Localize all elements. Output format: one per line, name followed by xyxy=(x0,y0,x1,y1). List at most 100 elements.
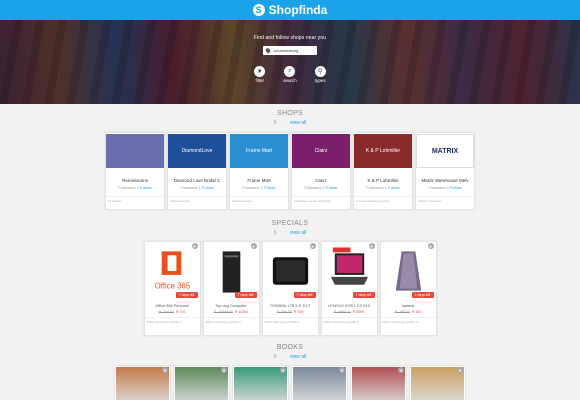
book-card[interactable]: ♥ xyxy=(409,365,466,400)
product-shop: Matrix warehouse melville st xyxy=(262,317,318,324)
new-price: R 320 xyxy=(411,310,422,314)
shop-logo-image xyxy=(106,134,164,168)
shop-name[interactable]: Reminiscens xyxy=(106,178,164,183)
specials-view-all-link[interactable]: view all xyxy=(290,230,306,236)
hero-tagline: Find and follow shops near you xyxy=(253,35,327,41)
shop-card[interactable]: K & P Lohmiller K & P Lohmiller Followers … xyxy=(353,132,413,210)
favorite-icon[interactable]: ♥ xyxy=(191,243,198,249)
followers-count: 5 xyxy=(446,185,449,190)
tag-icon: ⚲ xyxy=(314,66,326,77)
product-shop: Matrix warehouse melville st xyxy=(144,317,200,324)
product-name[interactable]: Jackets xyxy=(381,304,436,308)
shop-card[interactable]: Reminiscens Followers 2 Follow Fit attend xyxy=(105,132,165,210)
book-card[interactable]: ♥ xyxy=(291,365,348,400)
product-image xyxy=(266,244,315,298)
special-card[interactable]: Office 365 ♥ 7 days left Office 365 Persona… xyxy=(143,241,201,336)
shop-card[interactable]: Frame Mart Frame Mart Followers 0 Follow We… xyxy=(229,132,289,210)
book-card[interactable]: ♥ xyxy=(114,365,171,400)
shop-card[interactable]: MATRIX Matrix Warehouse Melv Followers 5 F… xyxy=(415,132,475,210)
favorite-icon[interactable]: ♥ xyxy=(398,367,404,373)
days-left-badge: 2 days left xyxy=(411,292,434,298)
special-card[interactable]: ♥ 7 days left TOSHIBA 1TB 2.5" EXT R. 899.0… xyxy=(261,241,319,336)
shops-view-all-link[interactable]: view all xyxy=(290,120,306,126)
follow-button[interactable]: Follow xyxy=(326,185,338,190)
book-image xyxy=(116,367,169,400)
logo-icon: S xyxy=(252,4,265,16)
shop-name[interactable]: Diamond Love Bridal C xyxy=(168,178,226,183)
follow-button[interactable]: Follow xyxy=(202,185,214,190)
new-price: R 700 xyxy=(175,310,186,314)
favorite-icon[interactable]: ♥ xyxy=(457,367,463,373)
shop-followers: Followers 5 Follow xyxy=(416,185,474,190)
product-name[interactable]: LENOVO INTEL CS S10 xyxy=(322,304,377,308)
shop-location: Malvern shopping xyxy=(416,196,474,203)
shop-name[interactable]: Clairz xyxy=(292,178,350,183)
books-view-all-link[interactable]: view all xyxy=(290,354,306,360)
follow-button[interactable]: Follow xyxy=(450,185,462,190)
follow-button[interactable]: Follow xyxy=(264,185,276,190)
search-button[interactable]: ⌕ search xyxy=(283,66,297,83)
shops-count: 6 xyxy=(273,120,277,126)
location-input[interactable] xyxy=(273,47,313,54)
shops-title: SHOPS xyxy=(276,110,303,117)
logo[interactable]: S Shopfinda xyxy=(252,3,327,17)
followers-label: Followers xyxy=(366,185,384,190)
special-card[interactable]: ♥ 2 days left Jackets R. 390.00 R 320 Matrix … xyxy=(379,241,437,336)
book-card[interactable]: ♥ xyxy=(173,365,230,400)
old-price: R. 10999.00 xyxy=(213,310,233,314)
book-card[interactable]: ♥ xyxy=(350,365,407,400)
shop-location: Foresta Shopping centre xyxy=(354,196,412,203)
favorite-icon[interactable]: ♥ xyxy=(368,243,375,249)
special-card[interactable]: ♥ 7 days left LENOVO INTEL CS S10 R. 6999.0… xyxy=(320,241,378,336)
followers-count: 2 xyxy=(322,185,325,190)
shop-card[interactable]: Clairz Clairz Followers 2 Follow Fastpaste … xyxy=(291,132,351,210)
product-name[interactable]: TOSHIBA 1TB 2.5" EXT xyxy=(263,304,318,308)
favorite-icon[interactable]: ♥ xyxy=(427,243,434,249)
followers-label: Followers xyxy=(180,185,198,190)
specials-section: SPECIALS 5 view all Office 365 ♥ 7 days le… xyxy=(0,220,580,336)
shop-followers: Followers 2 Follow xyxy=(292,185,350,190)
favorite-icon[interactable]: ♥ xyxy=(339,367,345,373)
product-image xyxy=(207,244,256,298)
books-title: BOOKS xyxy=(276,344,304,351)
special-card[interactable]: ♥ 7 days left Top dog Computer R. 10999.00 R… xyxy=(202,241,260,336)
shop-followers: Followers 1 Follow xyxy=(168,185,226,190)
location-search[interactable] xyxy=(263,46,317,55)
book-image xyxy=(352,367,405,400)
days-left-badge: 7 days left xyxy=(234,292,257,298)
followers-label: Followers xyxy=(242,185,260,190)
product-image xyxy=(384,244,433,298)
search-icon: ⌕ xyxy=(284,66,296,77)
product-price: R. 899.00 R 799 xyxy=(263,310,318,314)
follow-button[interactable]: Follow xyxy=(388,185,400,190)
product-name[interactable]: Office 365 Personal xyxy=(145,304,200,308)
shop-logo-image: DiamondLove xyxy=(168,134,226,168)
shop-card[interactable]: DiamondLove Diamond Love Bridal C Follower… xyxy=(167,132,227,210)
favorite-icon[interactable]: ♥ xyxy=(162,367,168,373)
product-name[interactable]: Top dog Computer xyxy=(204,304,259,308)
book-image xyxy=(234,367,287,400)
shop-logo-image: Clairz xyxy=(292,134,350,168)
book-image xyxy=(293,367,346,400)
search-label: search xyxy=(283,78,297,83)
book-card[interactable]: ♥ xyxy=(232,365,289,400)
favorite-icon[interactable]: ♥ xyxy=(250,243,257,249)
types-button[interactable]: ⚲ types xyxy=(314,66,326,83)
shop-name[interactable]: K & P Lohmiller xyxy=(354,178,412,183)
shop-name[interactable]: Frame Mart xyxy=(230,178,288,183)
shop-name[interactable]: Matrix Warehouse Melv xyxy=(416,178,474,183)
favorite-icon[interactable]: ♥ xyxy=(309,243,316,249)
favorite-icon[interactable]: ♥ xyxy=(280,367,286,373)
shop-location: Fit attend xyxy=(106,196,164,203)
shop-followers: Followers 2 Follow xyxy=(106,185,164,190)
new-price: R 10300 xyxy=(234,310,249,314)
favorite-icon[interactable]: ♥ xyxy=(221,367,227,373)
follow-button[interactable]: Follow xyxy=(140,185,152,190)
hero-banner: Find and follow shops near you ▼filter ⌕s… xyxy=(0,20,580,104)
filter-button[interactable]: ▼ filter xyxy=(254,66,266,83)
followers-count: 2 xyxy=(136,185,139,190)
followers-label: Followers xyxy=(304,185,322,190)
shop-followers: Followers 0 Follow xyxy=(230,185,288,190)
shop-logo-image: MATRIX xyxy=(416,134,474,168)
days-left-badge: 7 days left xyxy=(175,292,198,298)
